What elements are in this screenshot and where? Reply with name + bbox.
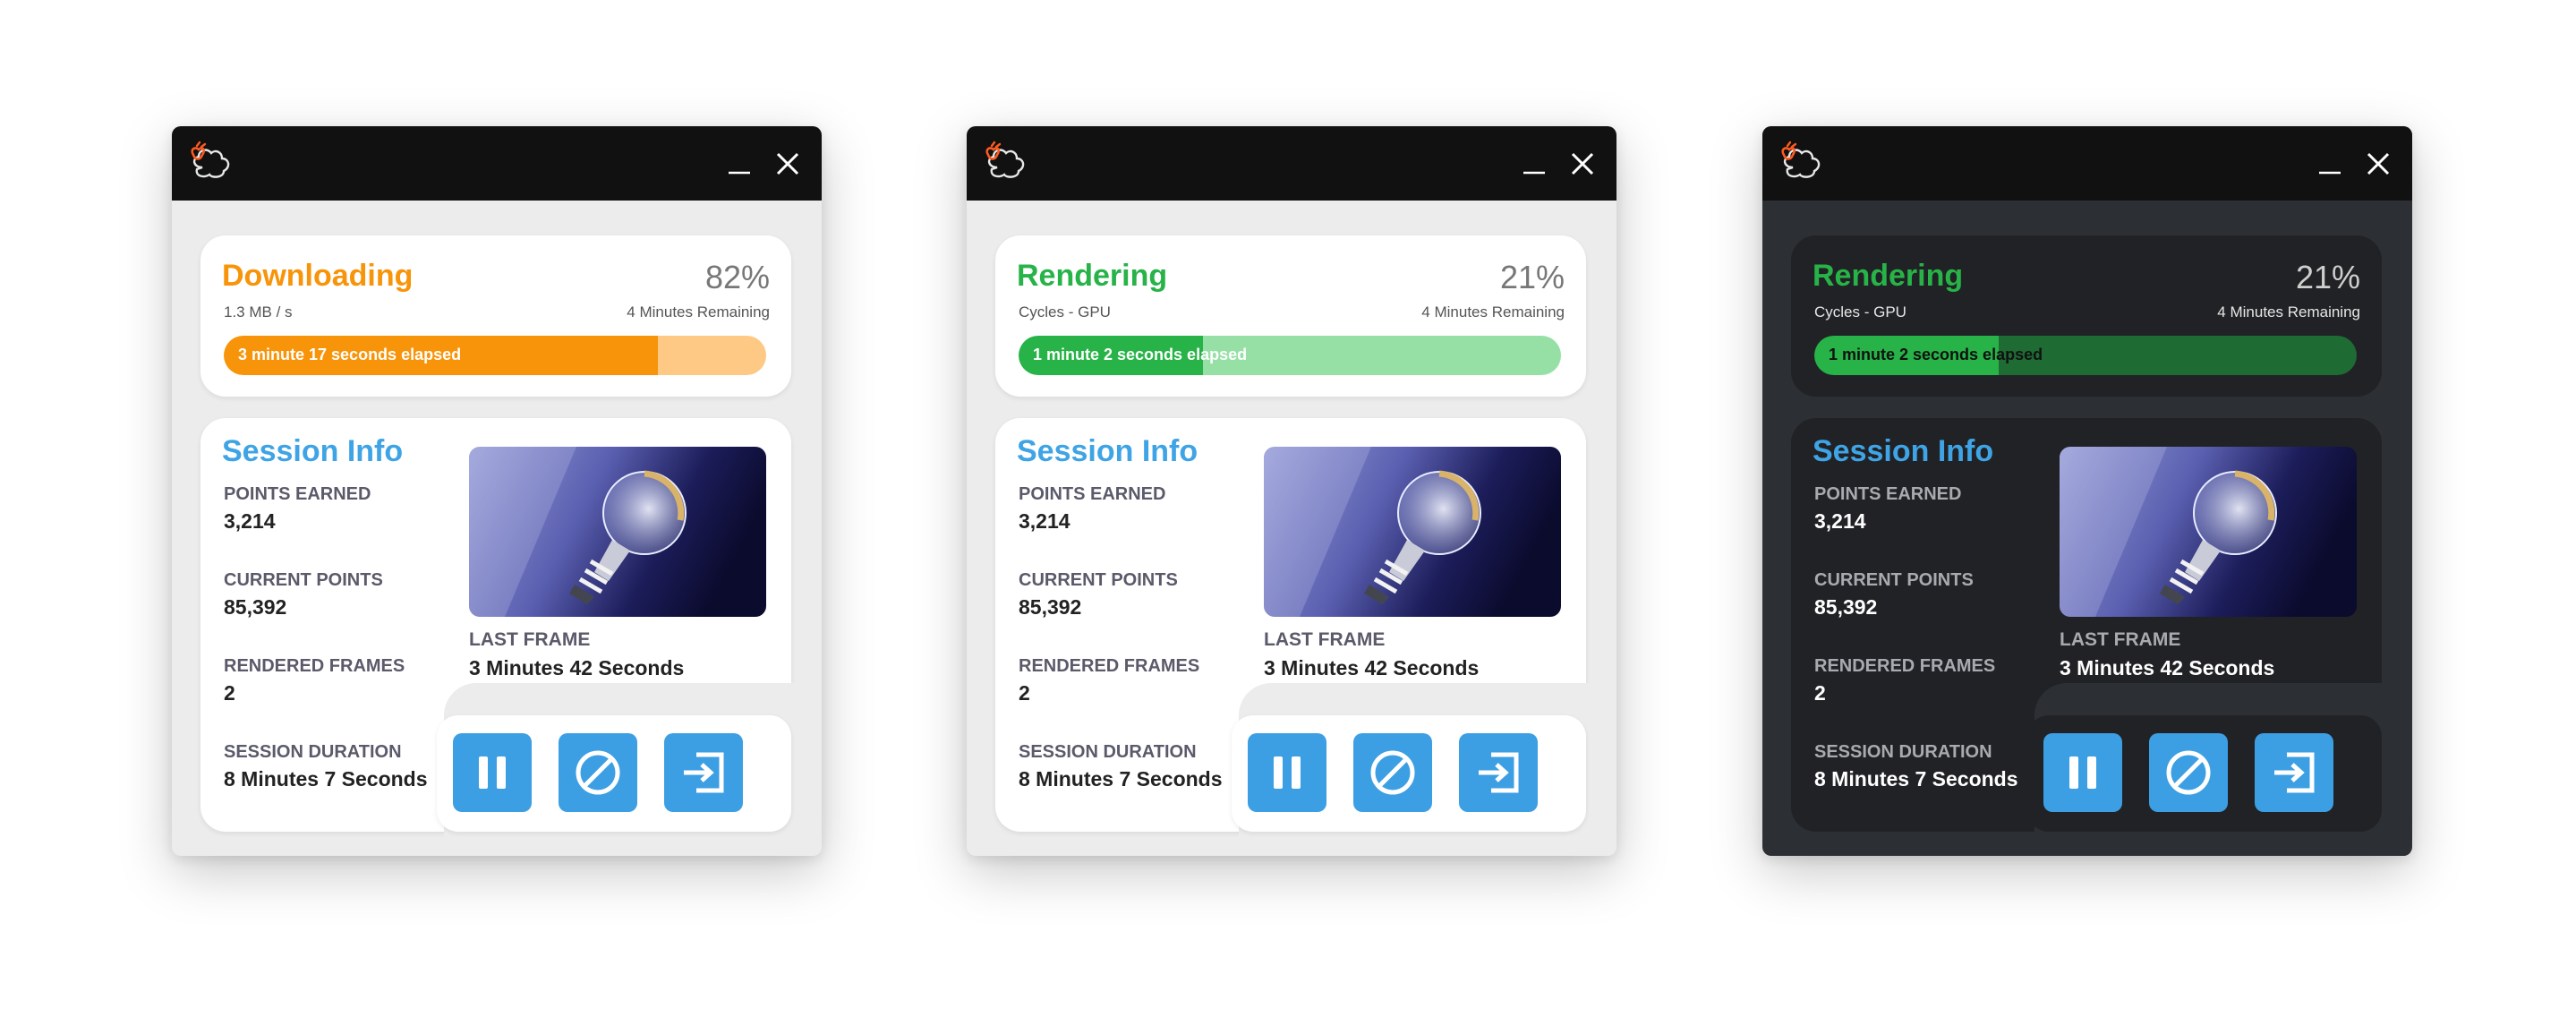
session-info-title: Session Info bbox=[222, 434, 404, 468]
last-frame-value: 3 Minutes 42 Seconds bbox=[2060, 656, 2275, 679]
close-icon[interactable] bbox=[1565, 146, 1600, 182]
time-remaining: 4 Minutes Remaining bbox=[2217, 303, 2360, 320]
status-title: Rendering bbox=[1813, 259, 1964, 293]
exit-button[interactable] bbox=[664, 733, 743, 812]
progress-bar: 1 minute 2 seconds elapsed bbox=[1019, 336, 1561, 375]
current-points-label: CURRENT POINTS bbox=[224, 570, 383, 590]
lightbulb-render-thumbnail bbox=[1264, 447, 1561, 617]
current-points-label: CURRENT POINTS bbox=[1019, 570, 1178, 590]
sheep-logo-icon bbox=[191, 141, 230, 178]
pause-icon bbox=[1274, 756, 1301, 789]
session-duration-label: SESSION DURATION bbox=[1019, 742, 1197, 762]
session-duration-value: 8 Minutes 7 Seconds bbox=[224, 767, 428, 791]
points-earned-label: POINTS EARNED bbox=[1019, 484, 1166, 504]
points-earned-value: 3,214 bbox=[1019, 509, 1070, 533]
time-remaining: 4 Minutes Remaining bbox=[627, 303, 770, 320]
pause-button[interactable] bbox=[1248, 733, 1326, 812]
stop-button[interactable] bbox=[1353, 733, 1432, 812]
current-points-value: 85,392 bbox=[1814, 595, 1878, 619]
status-subtitle: Cycles - GPU bbox=[1814, 303, 1906, 320]
pause-button[interactable] bbox=[453, 733, 532, 812]
minimize-icon[interactable] bbox=[721, 146, 757, 182]
block-icon bbox=[576, 750, 620, 795]
close-icon[interactable] bbox=[770, 146, 806, 182]
last-frame-label: LAST FRAME bbox=[1264, 629, 1386, 650]
rendered-frames-value: 2 bbox=[224, 681, 235, 705]
points-earned-value: 3,214 bbox=[1814, 509, 1866, 533]
rendered-frames-value: 2 bbox=[1814, 681, 1826, 705]
stop-button[interactable] bbox=[559, 733, 637, 812]
block-icon bbox=[2166, 750, 2211, 795]
progress-percent: 21% bbox=[2295, 259, 2360, 295]
progress-percent: 82% bbox=[704, 259, 770, 295]
minimize-icon[interactable] bbox=[1516, 146, 1552, 182]
elapsed-text: 1 minute 2 seconds elapsed bbox=[1829, 346, 2043, 363]
progress-bar: 3 minute 17 seconds elapsed bbox=[224, 336, 766, 375]
last-frame-label: LAST FRAME bbox=[2060, 629, 2181, 650]
exit-button[interactable] bbox=[2255, 733, 2333, 812]
exit-icon bbox=[1479, 752, 1519, 793]
last-frame-value: 3 Minutes 42 Seconds bbox=[1264, 656, 1480, 679]
title-bar[interactable] bbox=[172, 126, 822, 201]
current-points-value: 85,392 bbox=[224, 595, 287, 619]
elapsed-text: 3 minute 17 seconds elapsed bbox=[238, 346, 462, 363]
status-card: Rendering 21% Cycles - GPU 4 Minutes Rem… bbox=[995, 235, 1586, 397]
pause-button[interactable] bbox=[2043, 733, 2122, 812]
sheep-logo-icon bbox=[985, 141, 1025, 178]
session-duration-label: SESSION DURATION bbox=[224, 742, 402, 762]
client-window-downloading: Downloading 82% 1.3 MB / s 4 Minutes Rem… bbox=[172, 126, 822, 856]
rendered-frames-label: RENDERED FRAMES bbox=[1814, 656, 1996, 676]
exit-button[interactable] bbox=[1459, 733, 1538, 812]
session-duration-value: 8 Minutes 7 Seconds bbox=[1019, 767, 1223, 791]
current-points-value: 85,392 bbox=[1019, 595, 1082, 619]
progress-percent: 21% bbox=[1499, 259, 1565, 295]
status-subtitle: 1.3 MB / s bbox=[224, 303, 293, 320]
rendered-frames-value: 2 bbox=[1019, 681, 1030, 705]
stop-button[interactable] bbox=[2149, 733, 2228, 812]
client-window-rendering-light: Rendering 21% Cycles - GPU 4 Minutes Rem… bbox=[967, 126, 1616, 856]
exit-icon bbox=[684, 752, 724, 793]
time-remaining: 4 Minutes Remaining bbox=[1421, 303, 1565, 320]
session-duration-value: 8 Minutes 7 Seconds bbox=[1814, 767, 2018, 791]
session-info-title: Session Info bbox=[1813, 434, 1994, 468]
last-frame-label: LAST FRAME bbox=[469, 629, 591, 650]
status-subtitle: Cycles - GPU bbox=[1019, 303, 1111, 320]
pause-icon bbox=[479, 756, 506, 789]
controls-card bbox=[437, 715, 791, 832]
elapsed-text: 1 minute 2 seconds elapsed bbox=[1033, 346, 1248, 363]
current-points-label: CURRENT POINTS bbox=[1814, 570, 1974, 590]
rendered-frames-label: RENDERED FRAMES bbox=[224, 656, 405, 676]
pause-icon bbox=[2069, 756, 2096, 789]
points-earned-value: 3,214 bbox=[224, 509, 276, 533]
points-earned-label: POINTS EARNED bbox=[1814, 484, 1962, 504]
minimize-icon[interactable] bbox=[2312, 146, 2348, 182]
block-icon bbox=[1370, 750, 1415, 795]
controls-card bbox=[2027, 715, 2382, 832]
session-duration-label: SESSION DURATION bbox=[1814, 742, 1992, 762]
status-card: Downloading 82% 1.3 MB / s 4 Minutes Rem… bbox=[200, 235, 791, 397]
points-earned-label: POINTS EARNED bbox=[224, 484, 371, 504]
progress-bar: 1 minute 2 seconds elapsed bbox=[1814, 336, 2357, 375]
title-bar[interactable] bbox=[967, 126, 1616, 201]
last-frame-value: 3 Minutes 42 Seconds bbox=[469, 656, 685, 679]
status-title: Downloading bbox=[222, 259, 414, 293]
sheep-logo-icon bbox=[1781, 141, 1821, 178]
session-info-title: Session Info bbox=[1017, 434, 1198, 468]
lightbulb-render-thumbnail bbox=[469, 447, 766, 617]
exit-icon bbox=[2274, 752, 2315, 793]
rendered-frames-label: RENDERED FRAMES bbox=[1019, 656, 1200, 676]
status-title: Rendering bbox=[1017, 259, 1168, 293]
lightbulb-render-thumbnail bbox=[2060, 447, 2357, 617]
controls-card bbox=[1232, 715, 1586, 832]
status-card: Rendering 21% Cycles - GPU 4 Minutes Rem… bbox=[1791, 235, 2382, 397]
close-icon[interactable] bbox=[2360, 146, 2396, 182]
title-bar[interactable] bbox=[1762, 126, 2412, 201]
client-window-rendering-dark: Rendering 21% Cycles - GPU 4 Minutes Rem… bbox=[1762, 126, 2412, 856]
